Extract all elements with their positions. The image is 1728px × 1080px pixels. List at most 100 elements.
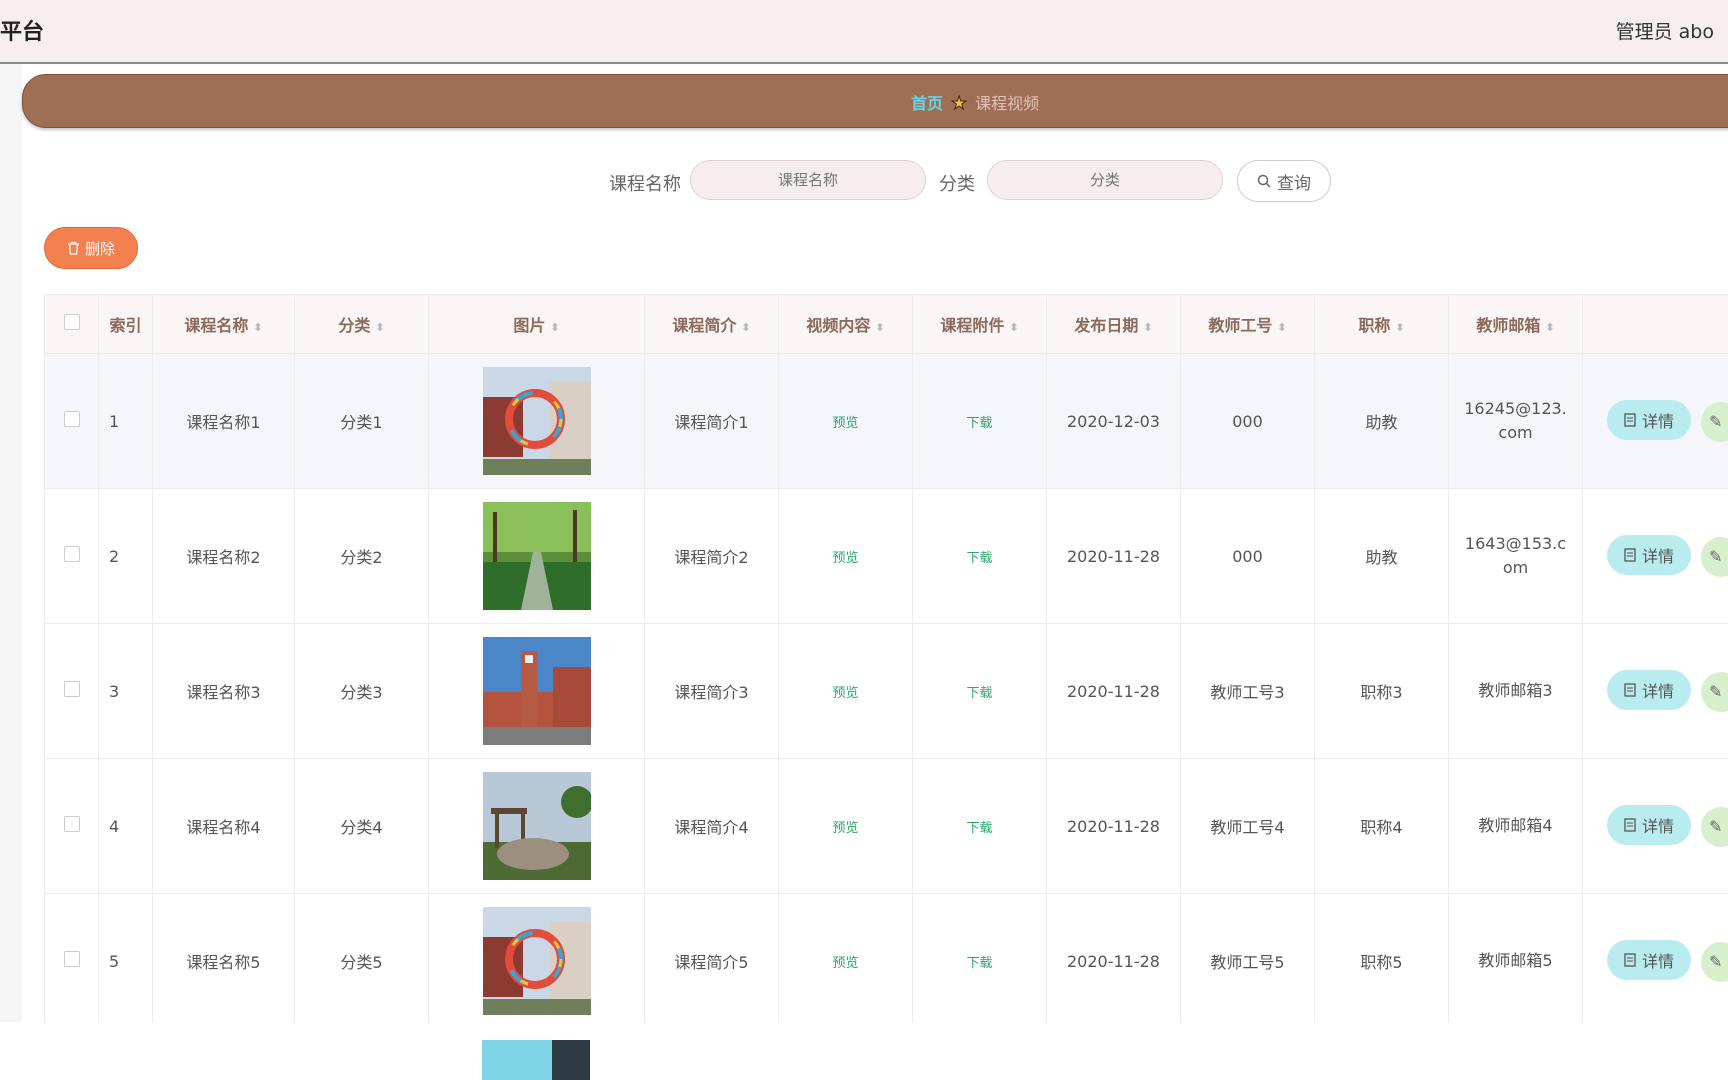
row-checkbox[interactable] — [63, 951, 80, 967]
sort-icon[interactable]: ⬍ — [1395, 321, 1404, 334]
course-image[interactable] — [482, 637, 591, 745]
edit-button[interactable]: ✎ — [1701, 807, 1728, 848]
delete-button[interactable]: 删除 — [44, 227, 138, 269]
detail-button[interactable]: 详情 — [1607, 669, 1691, 710]
email-text: 1643@153.com — [1464, 534, 1567, 577]
detail-label: 详情 — [1641, 951, 1674, 971]
query-button[interactable]: 查询 — [1237, 160, 1331, 202]
breadcrumb-home[interactable]: 首页 — [911, 94, 943, 113]
course-name-cell: 课程名称3 — [152, 623, 295, 759]
table-header: 索引 课程名称 ⬍ 分类 ⬍ 图片 ⬍ 课程简介 ⬍ 视频内容 ⬍ 课程附件 ⬍ 发布日期 ⬍… — [44, 294, 1728, 354]
date-cell: 2020-11-28 — [1046, 758, 1181, 894]
row-index: 5 — [98, 893, 153, 1029]
col-date[interactable]: 发布日期 ⬍ — [1046, 294, 1181, 354]
table-row: 3 课程名称3 分类3 课程简介3 预览 下载 2020-11-28 教师工号3 职称3 教师邮箱… — [44, 623, 1728, 759]
course-image — [482, 1040, 590, 1080]
col-title[interactable]: 职称 ⬍ — [1314, 294, 1449, 354]
title-cell: 职称5 — [1314, 893, 1449, 1029]
detail-label: 详情 — [1641, 546, 1674, 566]
preview-link[interactable]: 预览 — [832, 821, 858, 836]
sort-icon[interactable]: ⬍ — [550, 321, 559, 334]
sort-icon[interactable]: ⬍ — [253, 321, 262, 334]
title-cell: 职称4 — [1314, 758, 1449, 894]
document-icon — [1624, 413, 1636, 427]
sort-icon[interactable]: ⬍ — [375, 321, 384, 334]
col-email[interactable]: 教师邮箱 ⬍ — [1448, 294, 1583, 354]
top-bar: 平台 管理员 abo — [0, 0, 1728, 64]
preview-link[interactable]: 预览 — [832, 551, 858, 566]
edit-button[interactable]: ✎ — [1701, 942, 1728, 983]
download-link[interactable]: 下载 — [966, 686, 992, 701]
sort-icon[interactable]: ⬍ — [1277, 321, 1286, 334]
course-image[interactable] — [482, 772, 591, 880]
header-label: 图片 — [513, 316, 546, 335]
row-checkbox[interactable] — [63, 816, 80, 832]
brand-title: 平台 — [0, 20, 45, 45]
sort-icon[interactable]: ⬍ — [875, 321, 884, 334]
email-cell: 教师邮箱4 — [1448, 758, 1583, 894]
header-label: 教师邮箱 — [1476, 316, 1541, 335]
col-category[interactable]: 分类 ⬍ — [294, 294, 429, 354]
date-cell: 2020-11-28 — [1046, 488, 1181, 624]
download-link[interactable]: 下载 — [966, 956, 992, 971]
download-link[interactable]: 下载 — [966, 821, 992, 836]
edit-button[interactable]: ✎ — [1701, 672, 1728, 713]
course-image[interactable] — [482, 502, 591, 610]
preview-link[interactable]: 预览 — [832, 416, 858, 431]
row-select-cell — [44, 893, 99, 1029]
sort-icon[interactable]: ⬍ — [741, 321, 750, 334]
row-checkbox[interactable] — [63, 411, 80, 427]
category-input[interactable] — [987, 160, 1223, 200]
email-text: 教师邮箱4 — [1478, 816, 1553, 835]
col-intro[interactable]: 课程简介 ⬍ — [644, 294, 779, 354]
course-name-input[interactable] — [690, 160, 926, 200]
category-cell: 分类3 — [294, 623, 429, 759]
col-image[interactable]: 图片 ⬍ — [428, 294, 645, 354]
breadcrumb: 首页 ★ 课程视频 — [911, 90, 1039, 115]
image-cell — [428, 353, 645, 489]
sidebar-edge — [0, 64, 22, 1080]
col-course-name[interactable]: 课程名称 ⬍ — [152, 294, 295, 354]
preview-link[interactable]: 预览 — [832, 686, 858, 701]
preview-link[interactable]: 预览 — [832, 956, 858, 971]
course-image[interactable] — [482, 367, 591, 475]
edit-button[interactable]: ✎ — [1701, 402, 1728, 443]
table-row: 4 课程名称4 分类4 课程简介4 预览 下载 2020-11-28 教师工号4 职称4 教师邮箱… — [44, 758, 1728, 894]
row-checkbox[interactable] — [63, 681, 80, 697]
col-index: 索引 — [98, 294, 153, 354]
detail-button[interactable]: 详情 — [1607, 939, 1691, 980]
detail-button[interactable]: 详情 — [1607, 804, 1691, 845]
delete-label: 删除 — [84, 239, 115, 258]
select-all-cell — [44, 294, 99, 354]
header-label: 职称 — [1358, 316, 1391, 335]
row-select-cell — [44, 623, 99, 759]
course-image[interactable] — [482, 907, 591, 1015]
col-video[interactable]: 视频内容 ⬍ — [778, 294, 913, 354]
intro-cell: 课程简介5 — [644, 893, 779, 1029]
sort-icon[interactable]: ⬍ — [1545, 321, 1554, 334]
col-teacher-id[interactable]: 教师工号 ⬍ — [1180, 294, 1315, 354]
user-menu[interactable]: 管理员 abo — [1616, 17, 1714, 44]
detail-button[interactable]: 详情 — [1607, 399, 1691, 440]
header-label: 视频内容 — [806, 316, 871, 335]
select-all-checkbox[interactable] — [63, 314, 80, 330]
row-index: 2 — [98, 488, 153, 624]
sort-icon[interactable]: ⬍ — [1143, 321, 1152, 334]
document-icon — [1624, 818, 1636, 832]
query-label: 查询 — [1277, 173, 1311, 194]
row-checkbox[interactable] — [63, 546, 80, 562]
sort-icon[interactable]: ⬍ — [1009, 321, 1018, 334]
detail-button[interactable]: 详情 — [1607, 534, 1691, 575]
edit-button[interactable]: ✎ — [1701, 537, 1728, 578]
page-bottom — [0, 1022, 1728, 1080]
download-link[interactable]: 下载 — [966, 551, 992, 566]
video-cell: 预览 — [778, 758, 913, 894]
course-table: 索引 课程名称 ⬍ 分类 ⬍ 图片 ⬍ 课程简介 ⬍ 视频内容 ⬍ 课程附件 ⬍ 发布日期 ⬍… — [44, 294, 1728, 1029]
image-cell — [428, 893, 645, 1029]
intro-cell: 课程简介3 — [644, 623, 779, 759]
table-row: 1 课程名称1 分类1 课程简介1 预览 下载 2020-12-03 000 助教 16245@1… — [44, 353, 1728, 489]
title-cell: 职称3 — [1314, 623, 1449, 759]
actions-cell: 详情 ✎ — [1582, 758, 1728, 894]
download-link[interactable]: 下载 — [966, 416, 992, 431]
col-attachment[interactable]: 课程附件 ⬍ — [912, 294, 1047, 354]
